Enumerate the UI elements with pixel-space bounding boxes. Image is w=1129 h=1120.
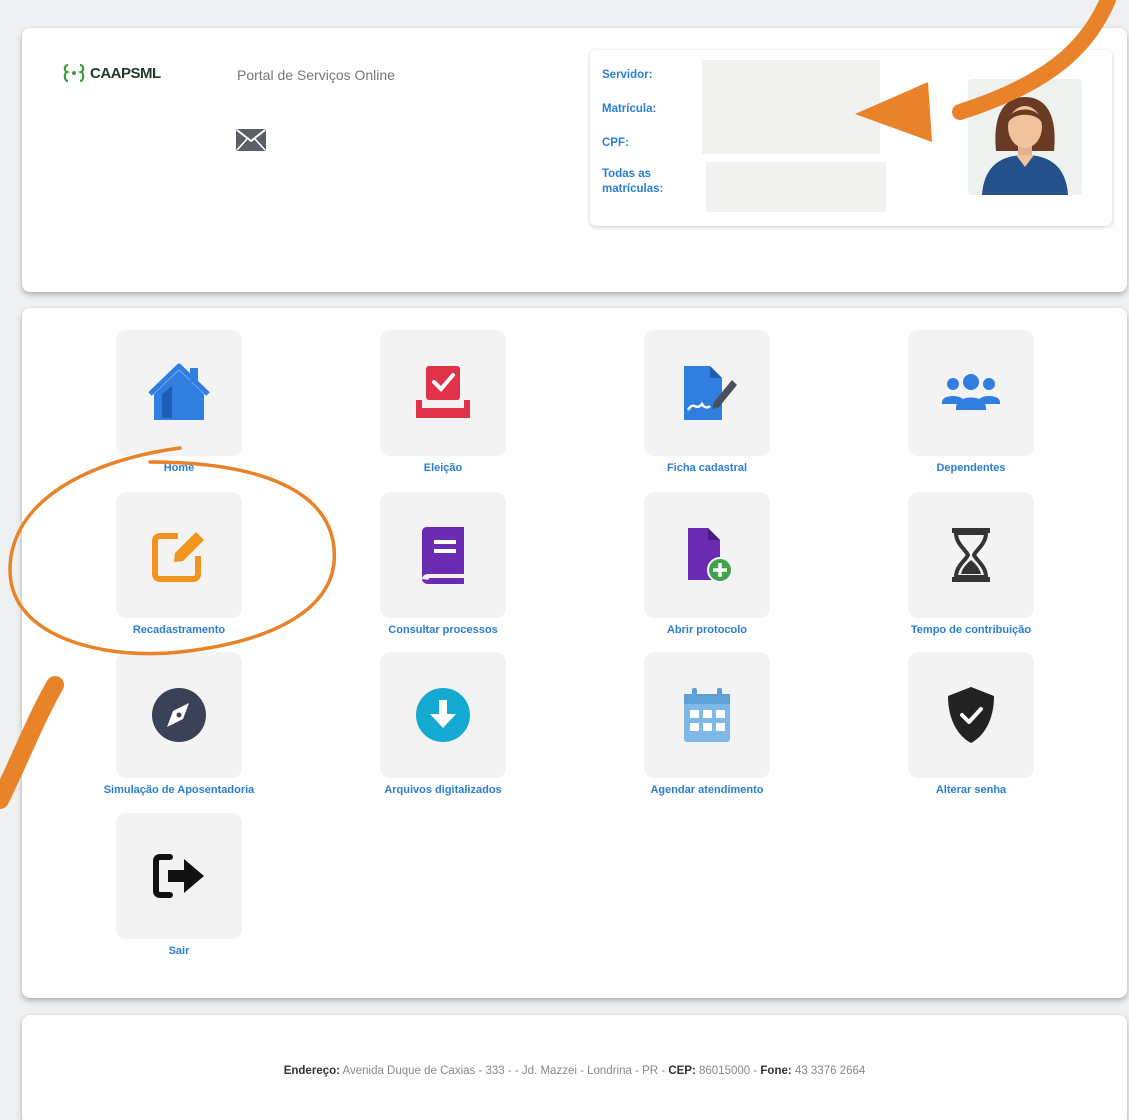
book-icon [422,527,464,584]
fone-value: 43 3376 2664 [794,1065,866,1077]
footer-card: Endereço: Avenida Duque de Caxias - 333 … [22,1015,1127,1120]
menu-item-label: Tempo de contribuição [910,624,1032,636]
file-signature-icon [684,366,737,420]
logo-text: CAAPSML [90,64,161,82]
servidor-label: Servidor: [602,69,653,81]
user-info-box: Servidor: Matrícula: CPF: Todas as matrí… [590,50,1112,226]
menu-item-label: Eleição [423,462,463,474]
menu-item-arquivos-digitalizados[interactable]: Arquivos digitalizados [348,652,538,796]
cep-value: 86015000 - [699,1065,758,1077]
sign-out-icon [153,854,204,898]
user-avatar-icon [982,97,1068,195]
menu-item-ficha-cadastral[interactable]: Ficha cadastral [612,330,802,474]
todas-label-line2: matrículas: [602,183,664,195]
mail-icon[interactable] [236,129,266,151]
menu-item-tempo-contribuicao[interactable]: Tempo de contribuição [876,492,1066,636]
header-card: CAAPSML Portal de Serviços Online Servid… [22,28,1127,292]
menu-item-label: Arquivos digitalizados [384,784,502,796]
cpf-label: CPF: [602,137,629,149]
menu-item-label: Dependentes [936,462,1006,474]
hourglass-icon [952,528,990,582]
endereco-value: Avenida Duque de Caxias - 333 - - Jd. Ma… [342,1065,666,1077]
fone-label: Fone: [760,1065,792,1077]
file-plus-icon [688,528,733,583]
menu-item-agendar-atendimento[interactable]: Agendar atendimento [612,652,802,796]
menu-item-home[interactable]: Home [84,330,274,474]
menu-item-label: Sair [168,945,190,957]
avatar [968,79,1082,195]
menu-item-eleicao[interactable]: Eleição [348,330,538,474]
download-circle-icon [416,688,470,742]
logo-mark-icon [63,63,85,83]
menu-item-dependentes[interactable]: Dependentes [876,330,1066,474]
menu-item-label: Ficha cadastral [666,462,748,474]
logo: CAAPSML [62,61,161,85]
todas-matriculas-label: Todas as matrículas: [602,167,663,197]
calendar-icon [684,688,730,742]
menu-item-sair[interactable]: Sair [84,813,274,957]
todas-label-line1: Todas as [602,168,651,180]
footer-address: Endereço: Avenida Duque de Caxias - 333 … [22,1065,1127,1077]
ballot-icon [416,366,470,418]
menu-item-label: Simulação de Aposentadoria [103,784,255,796]
endereco-label: Endereço: [283,1065,340,1077]
compass-icon [152,688,206,742]
matricula-label: Matrícula: [602,103,657,115]
menu-item-consultar-processos[interactable]: Consultar processos [348,492,538,636]
menu-item-label: Abrir protocolo [666,624,748,636]
redacted-matriculas [706,162,886,212]
menu-item-simulacao-aposentadoria[interactable]: Simulação de Aposentadoria [84,652,274,796]
edit-icon [152,532,204,582]
menu-item-label: Consultar processos [388,624,498,636]
users-icon [942,374,1000,410]
redacted-user-data [702,60,880,154]
menu-item-label: Agendar atendimento [650,784,764,796]
cep-label: CEP: [668,1065,696,1077]
shield-check-icon [948,687,994,743]
menu-card: Home Eleição Ficha cadastral Dependentes… [22,308,1127,998]
menu-item-label: Recadastramento [132,624,226,636]
menu-item-label: Home [163,462,195,474]
menu-item-recadastramento[interactable]: Recadastramento [84,492,274,636]
portal-title: Portal de Serviços Online [237,67,395,83]
home-icon [148,363,210,420]
menu-item-alterar-senha[interactable]: Alterar senha [876,652,1066,796]
menu-item-abrir-protocolo[interactable]: Abrir protocolo [612,492,802,636]
menu-item-label: Alterar senha [935,784,1007,796]
